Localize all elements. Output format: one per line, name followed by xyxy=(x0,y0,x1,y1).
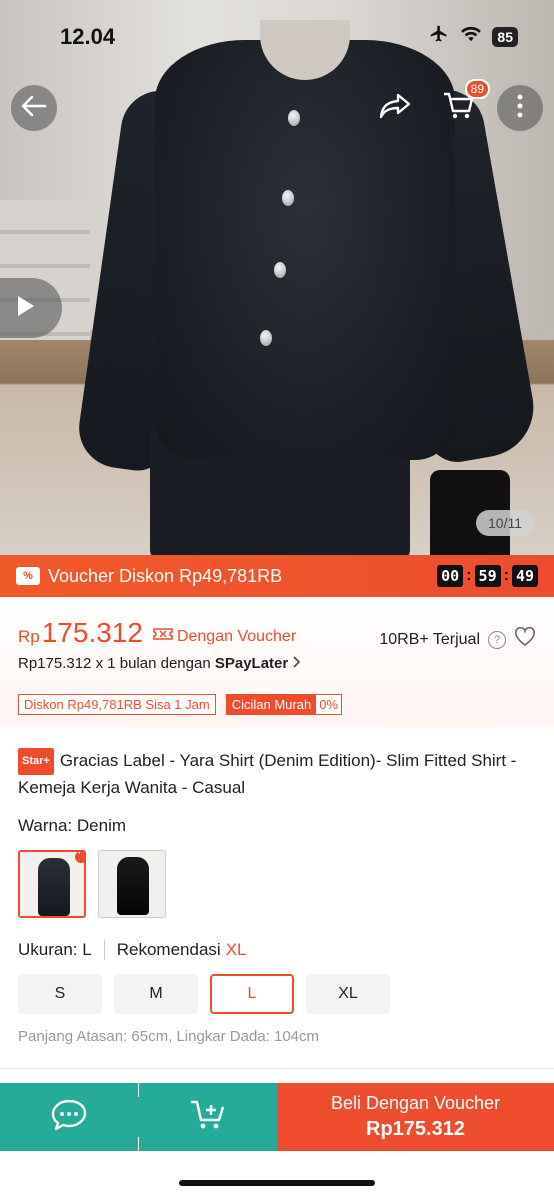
share-icon xyxy=(378,92,412,125)
timer-hours: 00 xyxy=(437,565,464,587)
cart-plus-icon xyxy=(189,1098,227,1137)
color-option-denim[interactable] xyxy=(18,850,86,918)
model-figure xyxy=(73,0,542,555)
airplane-icon xyxy=(428,24,450,49)
back-button[interactable] xyxy=(11,85,57,131)
bottom-action-bar: Beli Dengan Voucher Rp175.312 xyxy=(0,1083,554,1151)
image-counter: 10/11 xyxy=(476,510,534,536)
wifi-icon xyxy=(460,25,482,48)
price-section: Rp 175.312 Dengan Voucher 10RB+ Terjual … xyxy=(0,597,554,727)
voucher-ticket-icon xyxy=(153,626,173,647)
help-icon[interactable]: ? xyxy=(488,630,506,649)
color-options xyxy=(18,850,166,918)
size-option-xl[interactable]: XL xyxy=(306,974,390,1014)
star-plus-badge: Star+ xyxy=(18,748,54,775)
status-bar: 12.04 85 xyxy=(0,0,554,70)
timer-seconds: 49 xyxy=(511,565,538,587)
cart-count-badge: 89 xyxy=(464,79,490,99)
size-measurement: Panjang Atasan: 65cm, Lingkar Dada: 104c… xyxy=(18,1028,320,1045)
countdown-timer: 00 : 59 : 49 xyxy=(437,565,538,587)
chat-button[interactable] xyxy=(0,1083,138,1151)
price-currency: Rp xyxy=(18,627,40,646)
size-option-l[interactable]: L xyxy=(210,974,294,1014)
home-indicator xyxy=(179,1180,375,1186)
sold-count: 10RB+ Terjual xyxy=(379,630,480,648)
recommended-size: XL xyxy=(225,940,247,959)
play-video-button[interactable] xyxy=(0,278,62,338)
with-voucher-label[interactable]: Dengan Voucher xyxy=(153,626,296,647)
buy-with-voucher-button[interactable]: Beli Dengan Voucher Rp175.312 xyxy=(277,1083,554,1151)
size-option-s[interactable]: S xyxy=(18,974,102,1014)
chat-icon xyxy=(50,1098,88,1137)
size-label-row: Ukuran: L Rekomendasi XL xyxy=(18,940,247,960)
paylater-info[interactable]: Rp175.312 x 1 bulan dengan SPayLater xyxy=(18,655,301,672)
voucher-text: Voucher Diskon Rp49,781RB xyxy=(48,565,283,586)
chevron-right-icon xyxy=(292,655,301,672)
heart-icon[interactable] xyxy=(514,626,536,652)
cart-button[interactable]: 89 xyxy=(436,79,490,131)
size-option-m[interactable]: M xyxy=(114,974,198,1014)
divider xyxy=(0,1068,554,1069)
size-options: S M L XL xyxy=(18,974,390,1014)
more-options-button[interactable] xyxy=(497,85,543,131)
installment-tag: Cicilan Murah 0% xyxy=(225,694,342,715)
play-icon xyxy=(16,294,36,323)
product-title: Star+ Gracias Label - Yara Shirt (Denim E… xyxy=(18,748,538,800)
more-vertical-icon xyxy=(517,94,523,123)
color-label: Warna: Denim xyxy=(18,816,127,835)
share-button[interactable] xyxy=(372,85,418,131)
fire-icon xyxy=(74,852,84,869)
color-option-black[interactable] xyxy=(98,850,166,918)
battery-indicator: 85 xyxy=(492,26,518,47)
discount-tag: Diskon Rp49,781RB Sisa 1 Jam xyxy=(18,694,216,715)
price-amount: 175.312 xyxy=(41,617,143,648)
flash-voucher-bar[interactable]: % Voucher Diskon Rp49,781RB 00 : 59 : 49 xyxy=(0,555,554,597)
voucher-icon: % xyxy=(16,567,40,585)
paylater-brand: SPayLater xyxy=(214,655,289,672)
arrow-left-icon xyxy=(21,95,47,122)
status-time: 12.04 xyxy=(60,24,116,49)
add-to-cart-button[interactable] xyxy=(139,1083,277,1151)
timer-minutes: 59 xyxy=(474,565,501,587)
